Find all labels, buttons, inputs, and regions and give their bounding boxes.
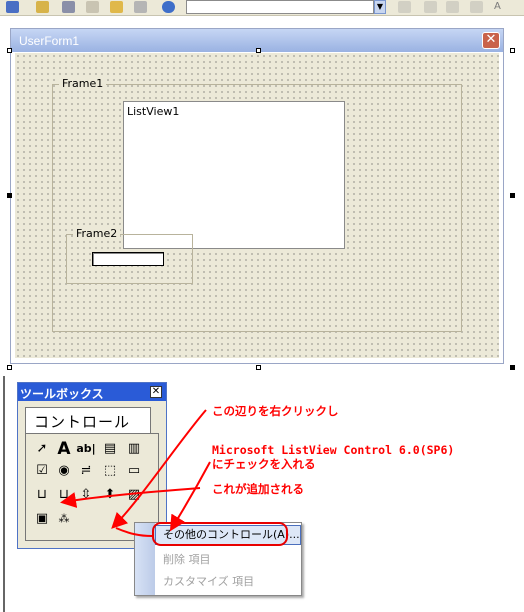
highlight-circle (152, 522, 288, 546)
listview-tool-icon[interactable]: ⁂ (54, 510, 74, 528)
resize-handle-right[interactable] (510, 193, 515, 198)
folder-icon[interactable] (110, 1, 123, 13)
close-icon[interactable]: ✕ (482, 32, 500, 49)
menu-item-delete: 削除 項目 (163, 553, 211, 566)
resize-handle-left[interactable] (7, 193, 12, 198)
properties-icon[interactable] (86, 1, 99, 13)
chevron-down-icon[interactable]: ▼ (374, 0, 386, 14)
annotation-listview-control-line2: にチェックを入れる (212, 457, 316, 471)
arrow-check-listview (169, 461, 211, 532)
listbox-tool-icon[interactable]: ▥ (124, 440, 144, 458)
resize-handle-tr[interactable] (510, 48, 515, 53)
toolbox-titlebar[interactable]: ツールボックス ✕ (18, 383, 166, 401)
frame-tool-icon[interactable]: ⬚ (100, 462, 120, 480)
annotation-right-click: この辺りを右クリックし (212, 404, 339, 418)
resize-handle-br[interactable] (510, 365, 515, 370)
pointer-tool-icon[interactable]: ➚ (32, 440, 52, 458)
command-button-tool-icon[interactable]: ▭ (124, 462, 144, 480)
menu-item-customize: カスタマイズ 項目 (163, 575, 255, 588)
wrench-icon[interactable] (62, 1, 75, 13)
cut-icon[interactable] (134, 1, 147, 13)
frame2-label: Frame2 (73, 228, 121, 240)
align-bottom-icon[interactable] (470, 1, 483, 13)
align-left-icon[interactable] (398, 1, 411, 13)
resize-handle-bottom[interactable] (256, 365, 261, 370)
spin-button-tool-icon[interactable]: ⬍ (100, 486, 120, 504)
frame1-label: Frame1 (59, 78, 107, 90)
vba-toolbar: ▼ A (0, 0, 524, 16)
checkbox-tool-icon[interactable]: ☑ (32, 462, 52, 480)
frame2-inner-control[interactable] (92, 252, 164, 266)
help-icon[interactable] (162, 1, 175, 13)
form-icon[interactable] (6, 1, 19, 13)
window-divider (3, 376, 5, 612)
resize-handle-bl[interactable] (7, 365, 12, 370)
close-icon[interactable]: ✕ (150, 386, 162, 398)
tab-controls[interactable]: コントロール (25, 407, 151, 433)
scrollbar-tool-icon[interactable]: ⇳ (76, 486, 96, 504)
toggle-button-tool-icon[interactable]: ≓ (76, 462, 96, 480)
listview1-label: ListView1 (127, 105, 180, 118)
textbox-tool-icon[interactable]: ab| (76, 440, 96, 458)
listview1-control[interactable]: ListView1 (123, 101, 345, 249)
toolbar-dropdown-field[interactable] (186, 0, 374, 14)
multipage-tool-icon[interactable]: ⊔ (54, 486, 74, 504)
align-top-icon[interactable] (446, 1, 459, 13)
annotation-added: これが追加される (212, 482, 304, 496)
refedit-tool-icon[interactable]: ▣ (32, 510, 52, 528)
toolbox-title: ツールボックス (20, 387, 104, 401)
resize-handle-tl[interactable] (7, 48, 12, 53)
edit-icon[interactable] (36, 1, 49, 13)
userform-title: UserForm1 (19, 34, 80, 48)
label-tool-icon[interactable]: A (54, 440, 74, 458)
option-button-tool-icon[interactable]: ◉ (54, 462, 74, 480)
align-right-icon[interactable] (424, 1, 437, 13)
tab-controls-label: コントロール (34, 413, 131, 431)
annotation-listview-control-line1: Microsoft ListView Control 6.0(SP6) (212, 443, 455, 457)
resize-handle-top[interactable] (256, 48, 261, 53)
combobox-tool-icon[interactable]: ▤ (100, 440, 120, 458)
tabstrip-tool-icon[interactable]: ⊔ (32, 486, 52, 504)
image-tool-icon[interactable]: ▨ (124, 486, 144, 504)
font-size-icon[interactable]: A (494, 1, 507, 13)
